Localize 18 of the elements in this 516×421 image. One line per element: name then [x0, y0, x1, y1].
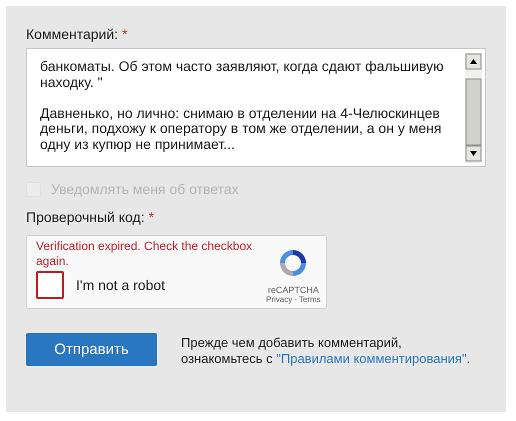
terms-link[interactable]: Terms: [298, 295, 321, 304]
submit-button[interactable]: Отправить: [26, 333, 157, 366]
captcha-error: Verification expired. Check the checkbox again.: [36, 239, 254, 269]
scrollbar-drawing[interactable]: [465, 53, 482, 163]
comment-field[interactable]: [26, 48, 486, 167]
required-mark: *: [122, 26, 128, 42]
rules-link[interactable]: "Правилами комментирования": [276, 351, 467, 366]
comment-text: Давненько, но лично: снимаю в отделении на 4-Челюскинцев деньги, подхожу к оператору в том же отделении, а он у меня одну из купюр не принимает...: [40, 106, 442, 152]
required-mark: *: [148, 209, 154, 225]
privacy-link[interactable]: Privacy: [266, 295, 292, 304]
captcha-checkbox-label: I'm not a robot: [76, 277, 166, 293]
comment-label: Комментарий: *: [26, 26, 129, 44]
comment-text: банкоматы. Об этом часто заявляют, когда сдают фальшивую находку. ": [40, 59, 445, 90]
captcha-checkbox[interactable]: [36, 271, 64, 299]
recaptcha-brand: reCAPTCHA: [268, 285, 319, 295]
captcha-label: Проверочный код: *: [26, 209, 156, 227]
rules-notice: Прежде чем добавить комментарий, ознакомьтесь с "Правилами комментирования".: [181, 335, 470, 367]
link-separator: -: [294, 295, 297, 304]
